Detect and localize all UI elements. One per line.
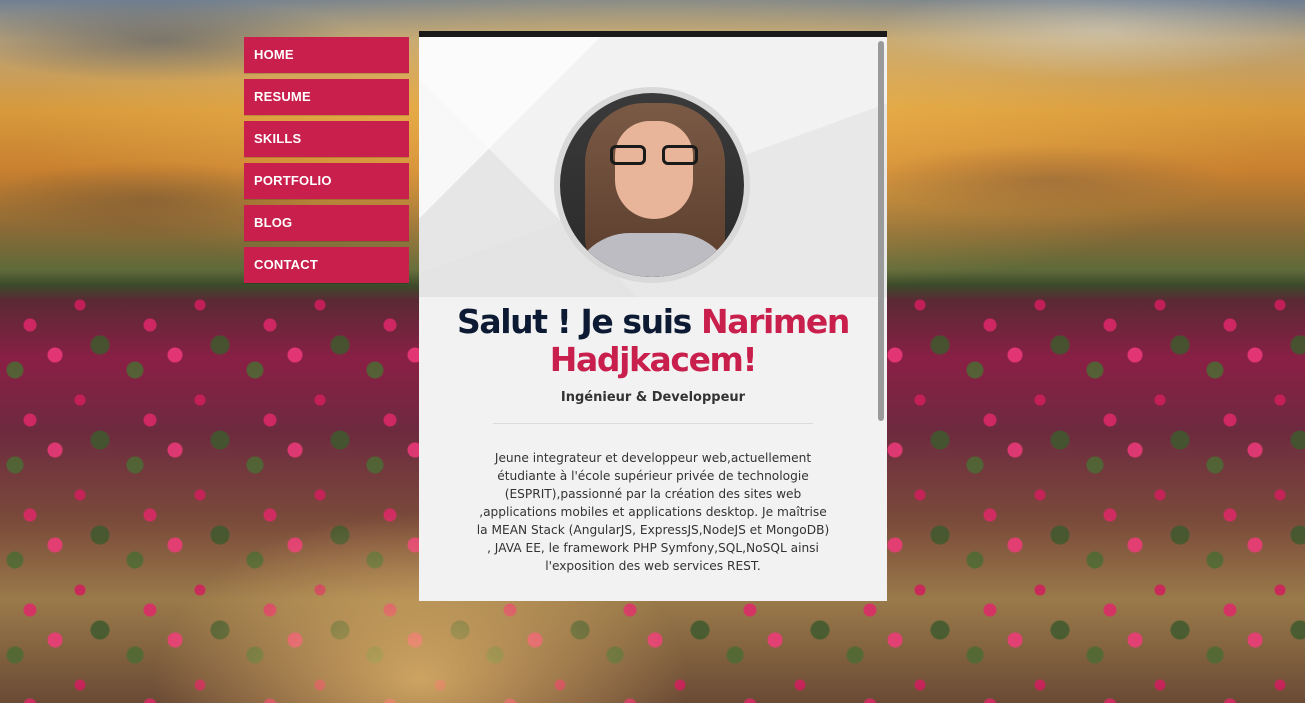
nav-item-contact[interactable]: CONTACT (244, 247, 409, 283)
page-title: Salut ! Je suis Narimen Hadjkacem! (439, 303, 867, 379)
bio-text: Jeune integrateur et developpeur web,act… (476, 451, 830, 573)
nav-item-blog[interactable]: BLOG (244, 205, 409, 241)
nav-item-resume[interactable]: RESUME (244, 79, 409, 115)
main-nav: HOME RESUME SKILLS PORTFOLIO BLOG CONTAC… (244, 37, 409, 289)
avatar-face (615, 121, 693, 219)
title-greeting: Salut ! Je suis (457, 302, 692, 341)
avatar (554, 87, 750, 283)
divider (493, 423, 813, 424)
card-scrollbar[interactable] (878, 41, 884, 421)
role-subtitle: Ingénieur & Developpeur (560, 390, 746, 405)
avatar-photo (560, 93, 744, 277)
profile-card: Salut ! Je suis Narimen Hadjkacem! Ingén… (419, 31, 887, 601)
avatar-glasses (610, 145, 698, 167)
nav-item-skills[interactable]: SKILLS (244, 121, 409, 157)
nav-item-portfolio[interactable]: PORTFOLIO (244, 163, 409, 199)
nav-item-home[interactable]: HOME (244, 37, 409, 73)
